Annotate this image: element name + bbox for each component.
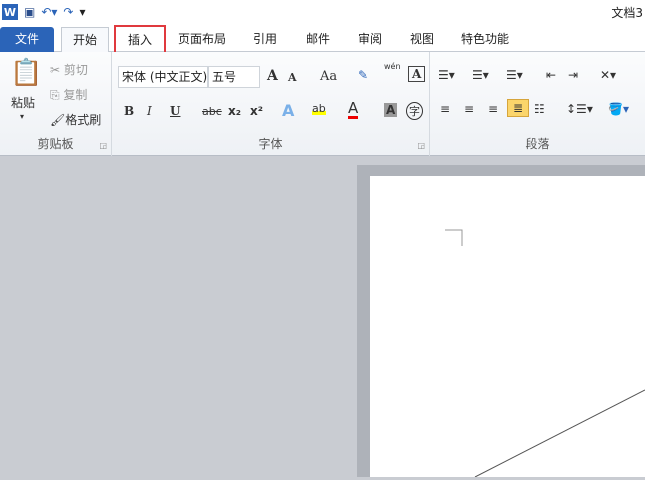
line-spacing-button[interactable]: ↕☰▾ [566,102,593,116]
bullets-button[interactable]: ☰▾ [438,68,455,82]
format-painter-label: 格式刷 [65,113,102,127]
bold-button[interactable]: B [124,104,134,118]
change-case-button[interactable]: Aa [320,69,337,84]
tab-mailings[interactable]: 邮件 [298,27,338,52]
dialog-launcher-icon[interactable]: ◲ [99,141,107,150]
clear-format-icon[interactable]: ✎ [358,68,368,82]
text-effect-button[interactable]: A [282,101,294,120]
justify-button[interactable]: ≣ [507,99,530,117]
word-logo-icon: W [2,4,18,20]
phonetic-guide-button[interactable]: wén [384,62,401,71]
customize-qat-button[interactable]: ▾ [79,5,85,19]
window-title: 文档3 [611,6,643,20]
tab-view[interactable]: 视图 [402,27,442,52]
decrease-indent-button[interactable]: ⇤ [546,68,556,82]
paste-icon[interactable]: 📋 [10,58,42,88]
paragraph-label: 段落 [525,137,550,151]
strikethrough-button[interactable]: abc [202,105,222,118]
char-shading-button[interactable]: A [384,103,398,117]
save-icon[interactable]: ▣ [24,5,35,19]
numbering-button[interactable]: ☰▾ [472,68,489,82]
copy-button[interactable]: ⎘ 复制 [50,86,87,103]
font-color-button[interactable]: A [348,101,359,119]
superscript-button[interactable]: x² [250,104,263,118]
font-name-select[interactable]: 宋体 (中文正文) [118,66,208,88]
shrink-font-button[interactable]: A [288,71,297,84]
multilevel-list-button[interactable]: ☰▾ [506,68,523,82]
quick-access-toolbar: W ▣ ↶▾ ↷ ▾ 文档3 [0,0,645,24]
margin-corner-mark [445,229,463,246]
tab-review[interactable]: 审阅 [350,27,390,52]
align-left-button[interactable]: ≡ [440,102,450,116]
copy-label: 复制 [63,88,88,102]
asian-layout-button[interactable]: ✕▾ [600,68,616,82]
font-label: 字体 [258,137,283,151]
char-border-button[interactable]: A [408,66,426,82]
cut-button[interactable]: ✂ 剪切 [50,61,88,78]
align-right-button[interactable]: ≡ [488,102,498,116]
undo-icon[interactable]: ↶▾ [41,5,57,19]
cut-label: 剪切 [63,63,88,77]
tab-file[interactable]: 文件 [0,27,54,52]
highlight-button[interactable]: ab [312,102,326,115]
clipboard-label: 剪贴板 [37,137,74,151]
paste-button[interactable]: 粘贴 [11,94,35,111]
tab-references[interactable]: 引用 [245,27,285,52]
ribbon: 📋 粘贴 ▾ ✂ 剪切 ⎘ 复制 🖌格式刷 剪贴板 ◲ 宋体 (中文正文) 五号… [0,52,645,156]
tab-page-layout[interactable]: 页面布局 [172,27,232,52]
center-button[interactable]: ≡ [464,102,474,116]
clipboard-group: 📋 粘贴 ▾ ✂ 剪切 ⎘ 复制 🖌格式刷 剪贴板 ◲ [0,52,112,156]
dialog-launcher-icon[interactable]: ◲ [417,141,425,150]
tab-features[interactable]: 特色功能 [455,27,515,52]
font-group: 宋体 (中文正文) 五号 A A Aa ✎ wén A B I U abc x₂… [112,52,430,156]
diagonal-line[interactable] [474,389,645,478]
redo-icon[interactable]: ↷ [63,5,73,19]
subscript-button[interactable]: x₂ [228,104,241,118]
increase-indent-button[interactable]: ⇥ [568,68,578,82]
tab-home[interactable]: 开始 [61,27,109,52]
page-content [445,229,645,478]
format-painter-button[interactable]: 🖌格式刷 [50,111,101,128]
underline-button[interactable]: U [170,104,180,118]
document-page[interactable] [370,176,645,478]
distributed-button[interactable]: ☷ [534,102,545,116]
italic-button[interactable]: I [147,104,152,118]
font-size-select[interactable]: 五号 [208,66,260,88]
shading-button[interactable]: 🪣▾ [608,102,629,116]
paste-dropdown-icon[interactable]: ▾ [20,112,24,121]
ribbon-tabs: 文件 开始 插入 页面布局 引用 邮件 审阅 视图 特色功能 [0,24,645,56]
grow-font-button[interactable]: A [267,68,278,84]
paragraph-group: ☰▾ ☰▾ ☰▾ ⇤ ⇥ ✕▾ ≡ ≡ ≡ ≣ ☷ ↕☰▾ 🪣▾ 段落 [430,52,645,156]
enclose-char-button[interactable]: 字 [406,102,423,120]
